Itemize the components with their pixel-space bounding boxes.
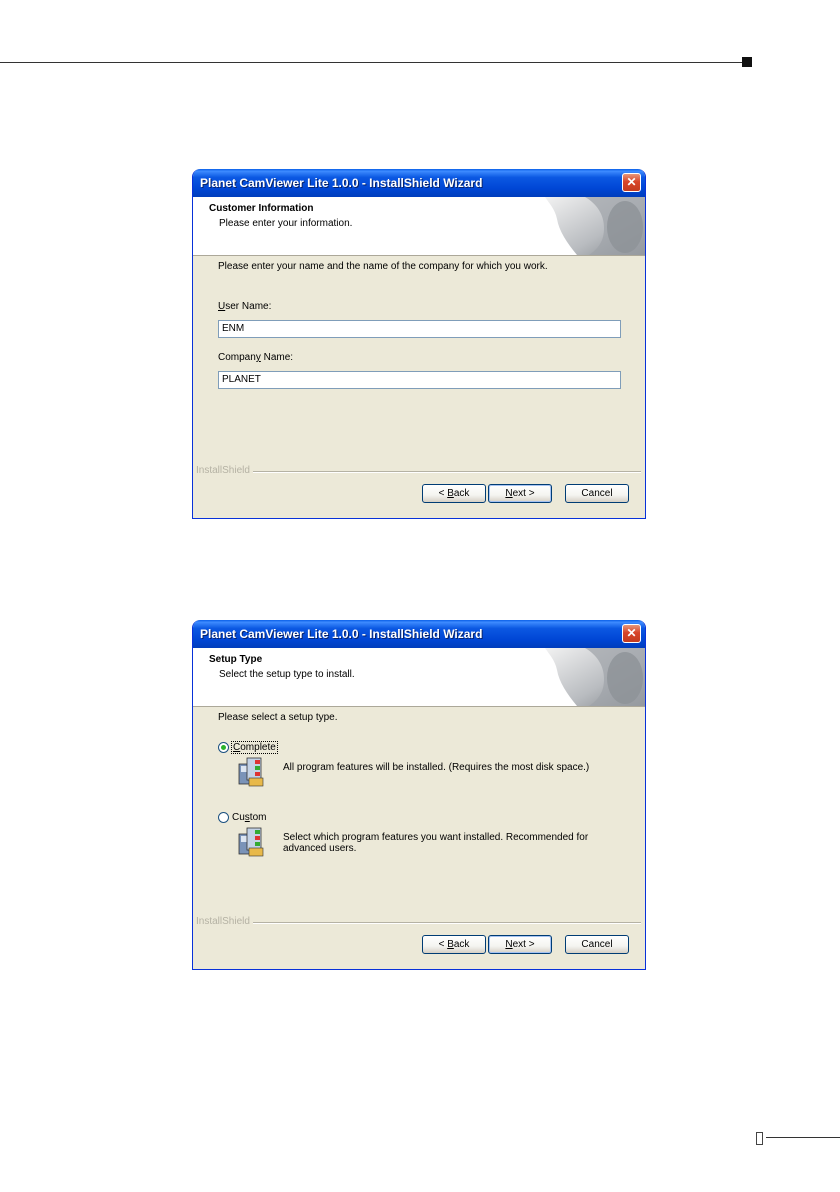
custom-description: Select which program features you want i…: [283, 832, 589, 854]
company-name-label: Company Name:: [218, 352, 294, 363]
company-name-field[interactable]: PLANET: [218, 371, 621, 389]
installshield-brand: InstallShield: [196, 916, 250, 927]
complete-setup-icon: [238, 757, 264, 787]
custom-radio[interactable]: [218, 812, 229, 823]
custom-setup-icon: [238, 827, 264, 857]
installshield-face-art-icon: [545, 197, 645, 255]
user-name-label: User Name:: [218, 301, 272, 312]
page-footer-marker: [756, 1132, 763, 1145]
customer-information-dialog: Planet CamViewer Lite 1.0.0 - InstallShi…: [192, 169, 646, 519]
close-button[interactable]: ✕: [622, 624, 641, 643]
next-button[interactable]: Next >: [488, 935, 552, 954]
cancel-button[interactable]: Cancel: [565, 935, 629, 954]
complete-radio[interactable]: [218, 742, 229, 753]
back-button[interactable]: < Back: [422, 484, 486, 503]
back-button[interactable]: < Back: [422, 935, 486, 954]
instruction-text: Please select a setup type.: [218, 712, 338, 723]
close-button[interactable]: ✕: [622, 173, 641, 192]
cancel-button[interactable]: Cancel: [565, 484, 629, 503]
brand-divider: [253, 922, 641, 924]
user-name-field[interactable]: ENM: [218, 320, 621, 338]
close-icon: ✕: [626, 175, 637, 189]
page-header-rule: [0, 62, 748, 63]
complete-description: All program features will be installed. …: [283, 762, 590, 773]
dialog-title: Planet CamViewer Lite 1.0.0 - InstallShi…: [200, 176, 483, 190]
setup-type-dialog: Planet CamViewer Lite 1.0.0 - InstallShi…: [192, 620, 646, 970]
dialog-titlebar[interactable]: Planet CamViewer Lite 1.0.0 - InstallShi…: [193, 620, 645, 648]
header-subtitle: Please enter your information.: [219, 218, 353, 229]
wizard-content: Please enter your name and the name of t…: [193, 255, 645, 445]
header-title: Setup Type: [209, 654, 263, 665]
complete-label[interactable]: Complete: [231, 741, 278, 754]
dialog-title: Planet CamViewer Lite 1.0.0 - InstallShi…: [200, 627, 483, 641]
page-footer-rule: [766, 1137, 840, 1138]
installshield-brand-line: InstallShield: [193, 465, 645, 477]
custom-label[interactable]: Custom: [232, 812, 266, 823]
header-title: Customer Information: [209, 203, 314, 214]
next-button[interactable]: Next >: [488, 484, 552, 503]
installshield-brand: InstallShield: [196, 465, 250, 476]
page-header-marker: [742, 57, 752, 67]
header-subtitle: Select the setup type to install.: [219, 669, 355, 680]
brand-divider: [253, 471, 641, 473]
installshield-brand-line: InstallShield: [193, 916, 645, 928]
dialog-titlebar[interactable]: Planet CamViewer Lite 1.0.0 - InstallShi…: [193, 169, 645, 197]
instruction-text: Please enter your name and the name of t…: [218, 261, 548, 272]
custom-option[interactable]: Custom: [218, 812, 266, 823]
wizard-header: Setup Type Select the setup type to inst…: [193, 648, 645, 707]
installshield-face-art-icon: [545, 648, 645, 706]
close-icon: ✕: [626, 626, 637, 640]
wizard-header: Customer Information Please enter your i…: [193, 197, 645, 256]
wizard-content: Please select a setup type. Complete All…: [193, 706, 645, 896]
complete-option[interactable]: Complete: [218, 741, 278, 754]
